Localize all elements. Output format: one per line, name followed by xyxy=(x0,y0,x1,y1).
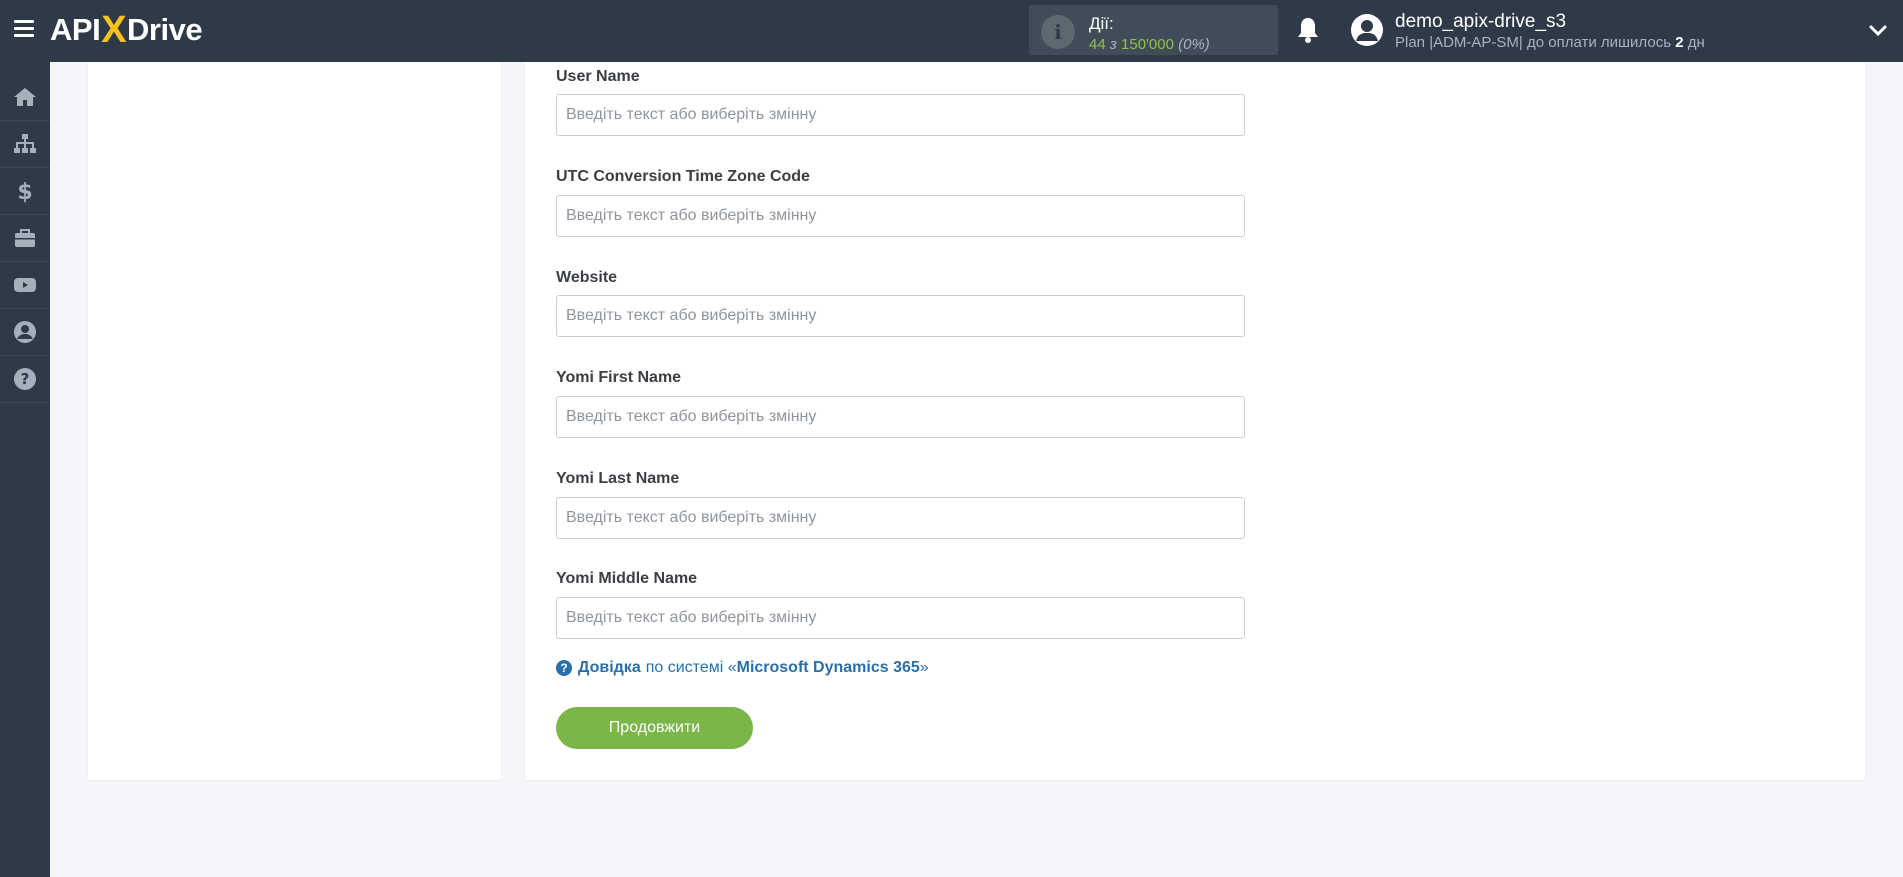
help-middle-text: по системі « xyxy=(645,659,737,676)
plan-text: Plan |ADM-AP-SM| до оплати лишилось xyxy=(1395,34,1672,51)
form-panel: User Name UTC Conversion Time Zone Code … xyxy=(525,62,1865,780)
briefcase-icon xyxy=(15,229,35,247)
actions-used: 44 xyxy=(1089,36,1106,53)
sidebar: $ ? xyxy=(0,62,50,877)
actions-label: Дії: xyxy=(1089,14,1114,33)
sitemap-icon xyxy=(14,134,36,153)
hamburger-menu-icon[interactable] xyxy=(14,20,34,40)
svg-text:$: $ xyxy=(17,180,32,203)
help-system-link[interactable]: Microsoft Dynamics 365 xyxy=(737,659,920,677)
actions-percent: (0%) xyxy=(1178,36,1210,53)
user-name[interactable]: demo_apix-drive_s3 xyxy=(1395,11,1566,33)
logo-text-drive: Drive xyxy=(127,12,203,47)
sidebar-item-profile[interactable] xyxy=(0,309,50,356)
label-yomi-first-name: Yomi First Name xyxy=(556,369,682,386)
help-suffix-text: » xyxy=(919,659,929,676)
label-yomi-last-name: Yomi Last Name xyxy=(556,470,680,487)
top-bar: API X Drive i Дії: 44 з 150'000 (0%) demo_… xyxy=(0,0,1903,62)
sidebar-item-videos[interactable] xyxy=(0,262,50,309)
sidebar-item-help[interactable]: ? xyxy=(0,356,50,403)
dollar-icon: $ xyxy=(17,180,32,203)
website-input[interactable] xyxy=(556,295,1245,337)
actions-total: 150'000 xyxy=(1121,36,1174,53)
label-utc-timezone: UTC Conversion Time Zone Code xyxy=(556,168,810,185)
plan-days: 2 xyxy=(1675,34,1684,51)
continue-button[interactable]: Продовжити xyxy=(556,707,753,749)
sidebar-item-billing[interactable]: $ xyxy=(0,168,50,215)
home-icon xyxy=(14,88,36,106)
question-circle-icon: ? xyxy=(556,660,572,676)
yomi-last-name-input[interactable] xyxy=(556,497,1245,539)
utc-timezone-input[interactable] xyxy=(556,195,1245,237)
sidebar-item-services[interactable] xyxy=(0,215,50,262)
chevron-down-icon[interactable] xyxy=(1868,21,1888,41)
question-circle-icon: ? xyxy=(14,368,36,390)
left-panel xyxy=(88,62,501,780)
user-circle-icon xyxy=(14,321,36,343)
sidebar-item-connections[interactable] xyxy=(0,121,50,168)
actions-of: з xyxy=(1109,36,1117,53)
help-link-row: ? Довідка по системі « Microsoft Dynamic… xyxy=(556,659,929,677)
label-yomi-middle-name: Yomi Middle Name xyxy=(556,570,698,587)
label-website: Website xyxy=(556,269,618,286)
plan-days-unit: дн xyxy=(1687,34,1705,51)
user-name-input[interactable] xyxy=(556,94,1245,136)
user-plan: Plan |ADM-AP-SM| до оплати лишилось 2 дн xyxy=(1395,34,1705,51)
label-user-name: User Name xyxy=(556,68,640,85)
actions-counter: i Дії: 44 з 150'000 (0%) xyxy=(1029,5,1278,55)
bell-icon[interactable] xyxy=(1296,16,1320,44)
yomi-middle-name-input[interactable] xyxy=(556,597,1245,639)
svg-text:?: ? xyxy=(21,370,30,388)
logo-text-api: API xyxy=(50,12,101,47)
help-link[interactable]: Довідка xyxy=(578,659,641,677)
info-icon: i xyxy=(1041,15,1075,49)
logo-text-x: X xyxy=(101,8,127,51)
sidebar-item-home[interactable] xyxy=(0,74,50,121)
youtube-icon xyxy=(14,278,36,292)
apixdrive-logo[interactable]: API X Drive xyxy=(50,8,203,51)
avatar-icon[interactable] xyxy=(1350,13,1384,47)
yomi-first-name-input[interactable] xyxy=(556,396,1245,438)
actions-count: 44 з 150'000 (0%) xyxy=(1089,36,1210,53)
